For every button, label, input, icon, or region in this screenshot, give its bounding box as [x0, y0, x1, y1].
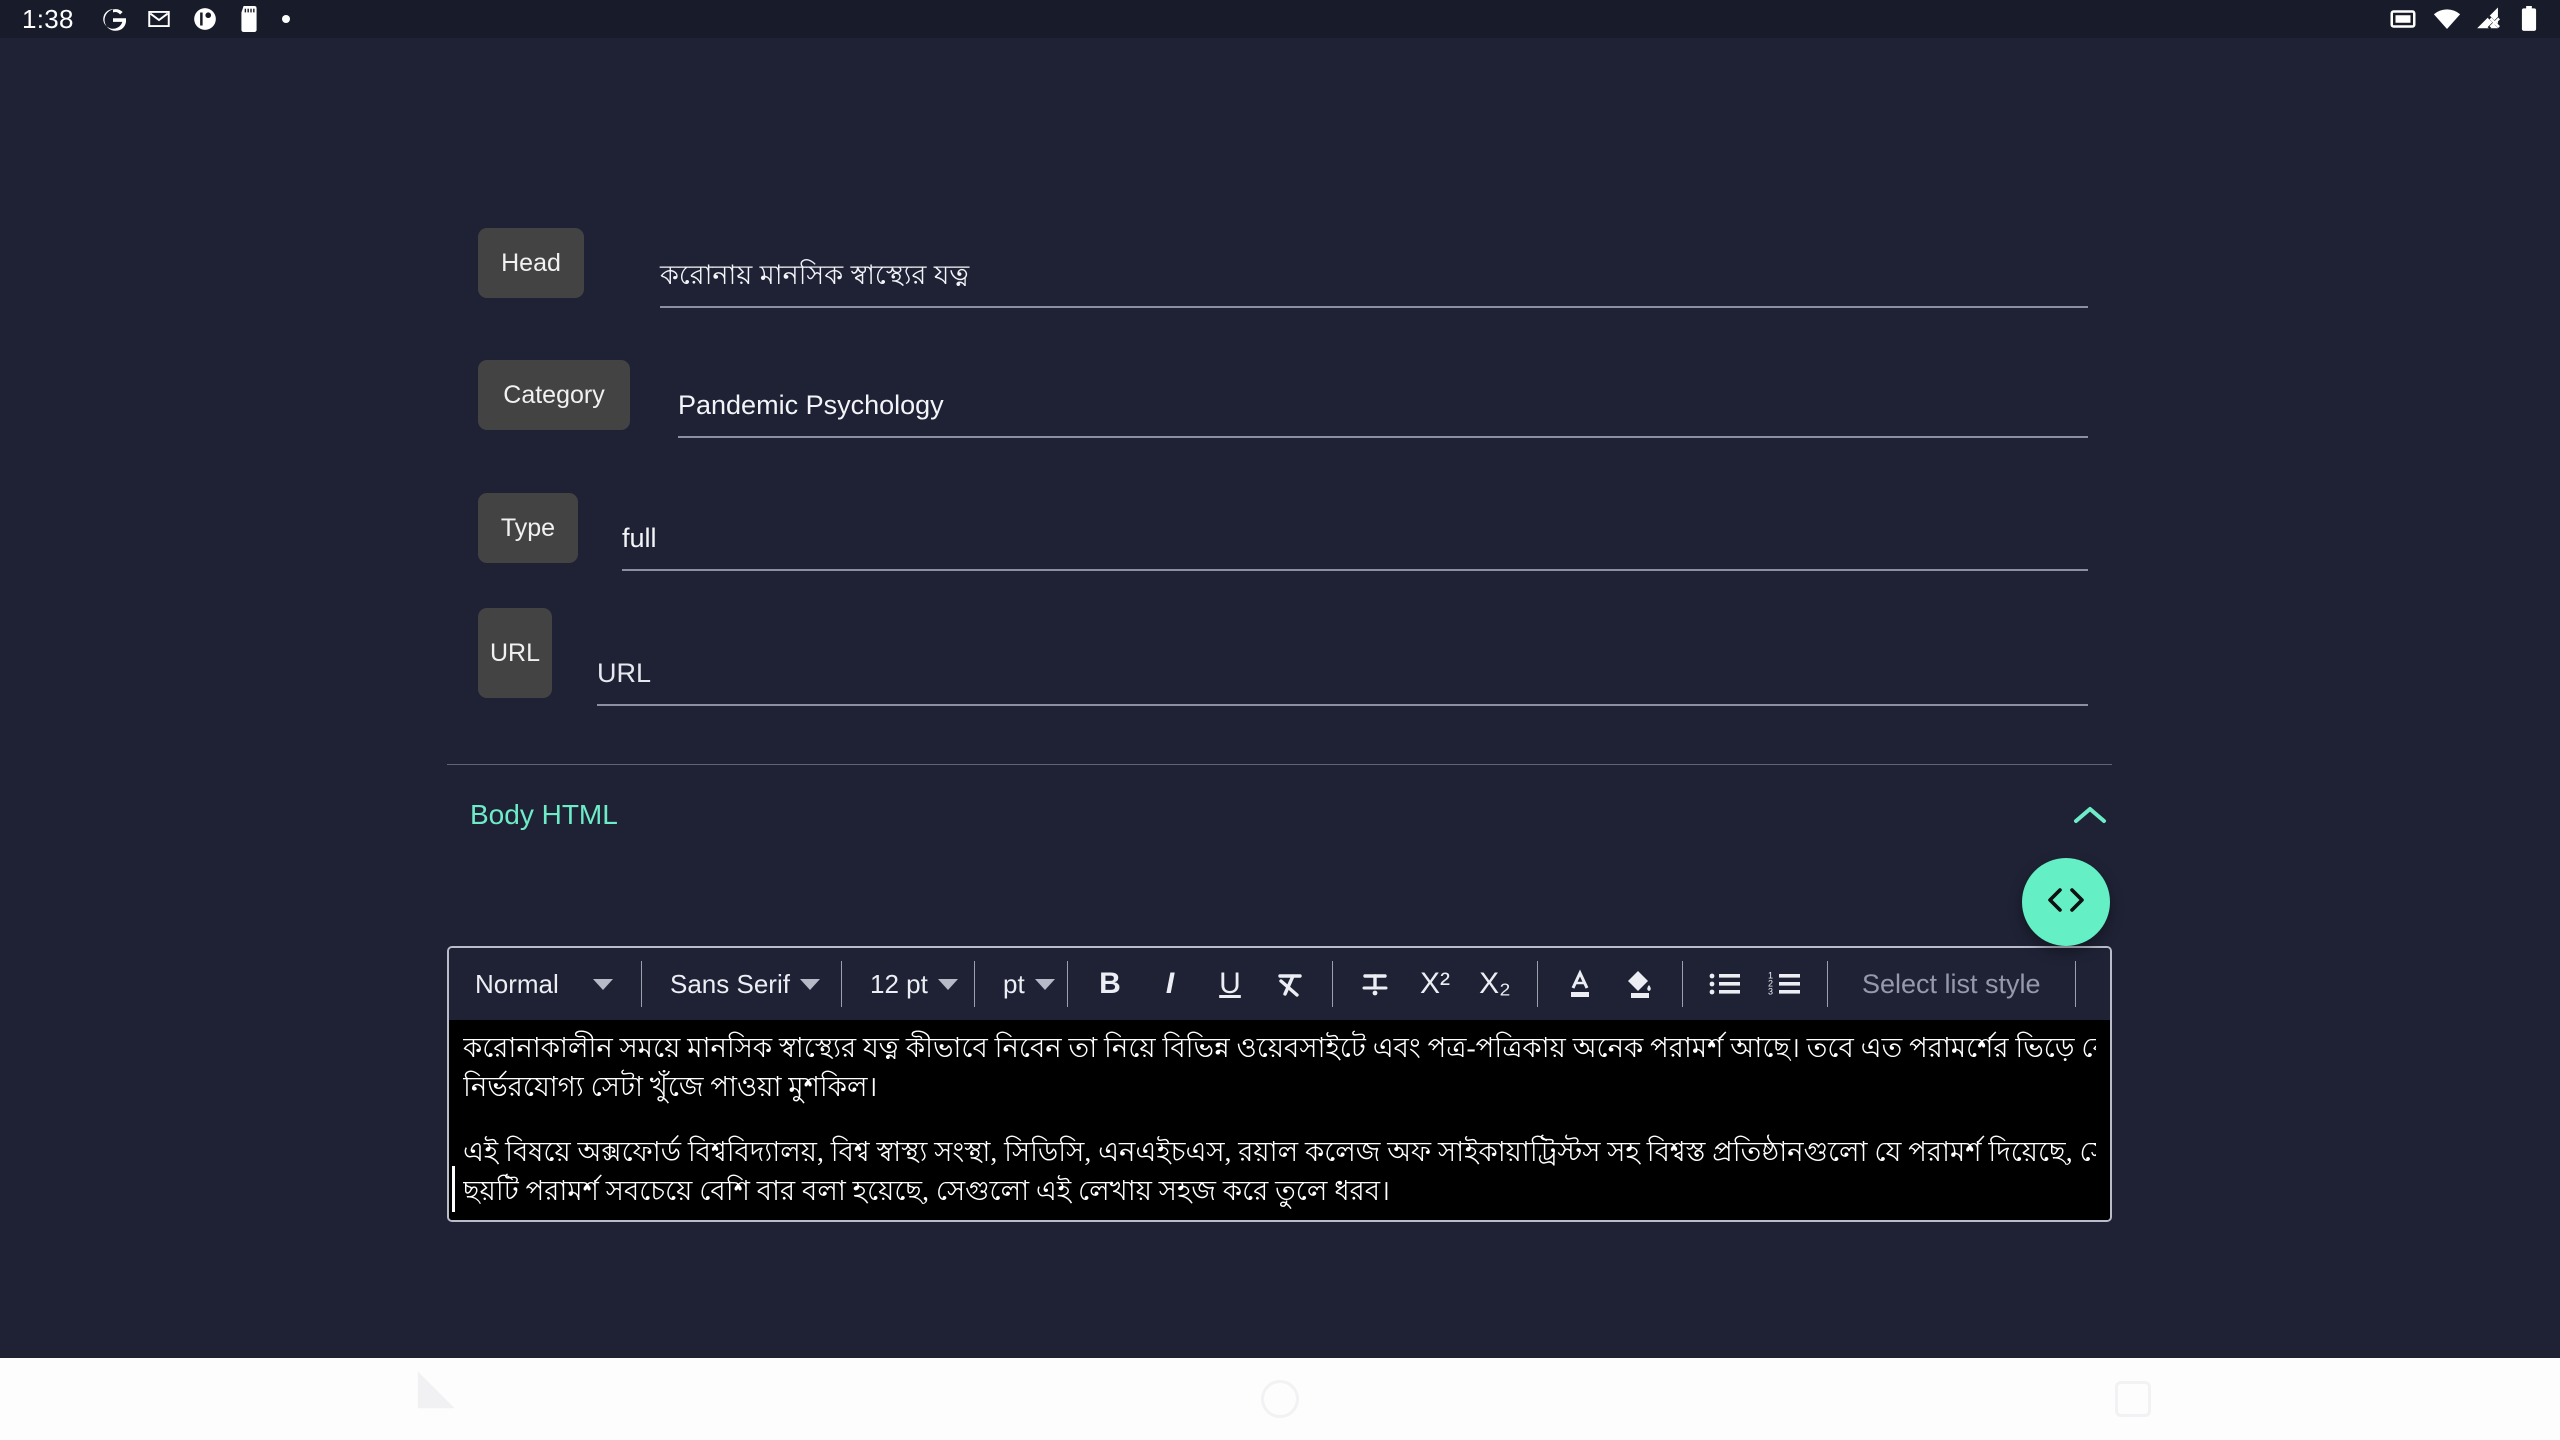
cast-screen-icon — [2388, 6, 2418, 32]
text-cursor — [452, 1166, 455, 1212]
subscript-button[interactable]: X₂ — [1469, 956, 1521, 1012]
bold-button[interactable]: B — [1084, 956, 1136, 1012]
field-label-type: Type — [478, 493, 578, 563]
toolbar-divider — [1682, 961, 1683, 1007]
chevron-down-icon — [799, 978, 820, 990]
font-size-dropdown[interactable]: 12 pt — [854, 948, 962, 1020]
fill-color-icon[interactable] — [1614, 956, 1666, 1012]
app-screen: Head করোনায় মানসিক স্বাস্থ্যের যত্ন Cat… — [0, 38, 2560, 1358]
status-bar-notification-icons — [100, 6, 292, 32]
superscript-label: X² — [1420, 967, 1450, 1000]
toolbar-divider — [1537, 961, 1538, 1007]
toolbar-divider — [841, 961, 842, 1007]
dot-icon — [280, 13, 292, 25]
editor-paragraph: করোনাকালীন সময়ে মানসিক স্বাস্থ্যের যত্ন… — [463, 1028, 2096, 1106]
italic-button[interactable]: I — [1144, 956, 1196, 1012]
editor-text-line: ছয়টি পরামর্শ সবচেয়ে বেশি বার বলা হয়েছ… — [463, 1175, 1390, 1207]
text-color-icon[interactable] — [1554, 956, 1606, 1012]
underline-label: U — [1219, 967, 1241, 1000]
sd-card-icon — [238, 6, 260, 32]
font-family-value: Sans Serif — [670, 968, 790, 999]
font-size-value: 12 pt — [870, 968, 928, 999]
category-input-value: Pandemic Psychology — [678, 390, 944, 421]
code-brackets-icon — [2043, 883, 2089, 922]
underline-button[interactable]: U — [1204, 956, 1256, 1012]
italic-label: I — [1165, 967, 1175, 1000]
cellular-off-icon — [2476, 6, 2506, 32]
type-input-value: full — [622, 523, 657, 554]
url-input[interactable]: URL — [597, 657, 2088, 706]
chevron-up-icon[interactable] — [2070, 795, 2110, 835]
status-bar-clock: 1:38 — [22, 3, 74, 34]
status-bar-system-icons — [2388, 6, 2538, 32]
toolbar-divider — [641, 961, 642, 1007]
block-style-dropdown[interactable]: Normal — [459, 948, 629, 1020]
field-row-head: Head করোনায় মানসিক স্বাস্থ্যের যত্ন — [478, 228, 2088, 308]
head-input-value: করোনায় মানসিক স্বাস্থ্যের যত্ন — [660, 260, 970, 291]
home-circle-icon — [1260, 1380, 1299, 1418]
list-style-dropdown[interactable]: Select list style — [1840, 969, 2063, 1000]
android-navigation-bar — [0, 1358, 2560, 1440]
field-row-category: Category Pandemic Psychology — [478, 360, 2088, 438]
battery-icon — [2520, 6, 2538, 32]
nav-home-button[interactable] — [1220, 1369, 1340, 1429]
toolbar-divider — [1067, 961, 1068, 1007]
toolbar-divider — [1827, 961, 1828, 1007]
editor-paragraph: এই বিষয়ে অক্সফোর্ড বিশ্ববিদ্যালয়, বিশ্… — [463, 1132, 2096, 1210]
body-html-label: Body HTML — [470, 799, 618, 830]
section-divider — [447, 764, 2112, 765]
font-unit-value: pt — [1003, 968, 1025, 999]
wifi-icon — [2432, 7, 2462, 31]
chevron-down-icon — [593, 978, 613, 990]
editor-text-line: করোনাকালীন সময়ে মানসিক স্বাস্থ্যের যত্ন… — [463, 1032, 2096, 1063]
chevron-down-icon — [1034, 978, 1055, 990]
body-html-section-header[interactable]: Body HTML — [470, 793, 2110, 837]
toolbar-divider — [2074, 961, 2076, 1007]
status-bar: 1:38 — [0, 0, 2560, 38]
editor-text-line: এই বিষয়ে অক্সফোর্ড বিশ্ববিদ্যালয়, বিশ্… — [463, 1136, 2096, 1168]
editor-text-line: নির্ভরযোগ্য সেটা খুঁজে পাওয়া মুশকিল। — [463, 1071, 878, 1103]
font-family-dropdown[interactable]: Sans Serif — [654, 948, 829, 1020]
back-triangle-icon — [399, 1371, 455, 1427]
block-style-value: Normal — [475, 968, 559, 999]
editor-content-area[interactable]: করোনাকালীন সময়ে মানসিক স্বাস্থ্যের যত্ন… — [449, 1020, 2110, 1221]
clear-formatting-icon[interactable] — [1264, 956, 1316, 1012]
url-input-value: URL — [597, 658, 652, 689]
toolbar-divider — [974, 961, 975, 1007]
code-view-fab-button[interactable] — [2022, 858, 2110, 946]
field-label-category: Category — [478, 360, 630, 430]
field-label-head: Head — [478, 228, 584, 298]
font-unit-dropdown[interactable]: pt — [987, 948, 1055, 1020]
type-input[interactable]: full — [622, 522, 2088, 571]
category-input[interactable]: Pandemic Psychology — [678, 389, 2088, 438]
head-input[interactable]: করোনায় মানসিক স্বাস্থ্যের যত্ন — [660, 259, 2088, 308]
article-form: Head করোনায় মানসিক স্বাস্থ্যের যত্ন Cat… — [0, 38, 2560, 1358]
field-label-url: URL — [478, 608, 552, 698]
app-icon — [192, 6, 218, 32]
numbered-list-icon[interactable]: 1 2 3 — [1759, 956, 1811, 1012]
bold-label: B — [1099, 967, 1121, 1000]
field-row-url: URL URL — [478, 608, 2088, 706]
gmail-icon — [146, 6, 172, 32]
subscript-label: X₂ — [1479, 967, 1511, 1000]
strikethrough-icon[interactable] — [1349, 956, 1401, 1012]
nav-back-button[interactable] — [367, 1369, 487, 1429]
superscript-button[interactable]: X² — [1409, 956, 1461, 1012]
field-row-type: Type full — [478, 493, 2088, 571]
toolbar-divider — [1332, 961, 1333, 1007]
rich-text-editor: Normal Sans Serif 12 pt pt B I U X² X₂ 1… — [447, 946, 2112, 1223]
google-icon — [100, 6, 126, 32]
chevron-down-icon — [937, 978, 958, 990]
recents-square-icon — [2115, 1381, 2152, 1417]
bulleted-list-icon[interactable] — [1699, 956, 1751, 1012]
nav-recents-button[interactable] — [2073, 1369, 2193, 1429]
editor-toolbar: Normal Sans Serif 12 pt pt B I U X² X₂ 1… — [449, 948, 2110, 1020]
svg-text:3: 3 — [1768, 987, 1773, 997]
